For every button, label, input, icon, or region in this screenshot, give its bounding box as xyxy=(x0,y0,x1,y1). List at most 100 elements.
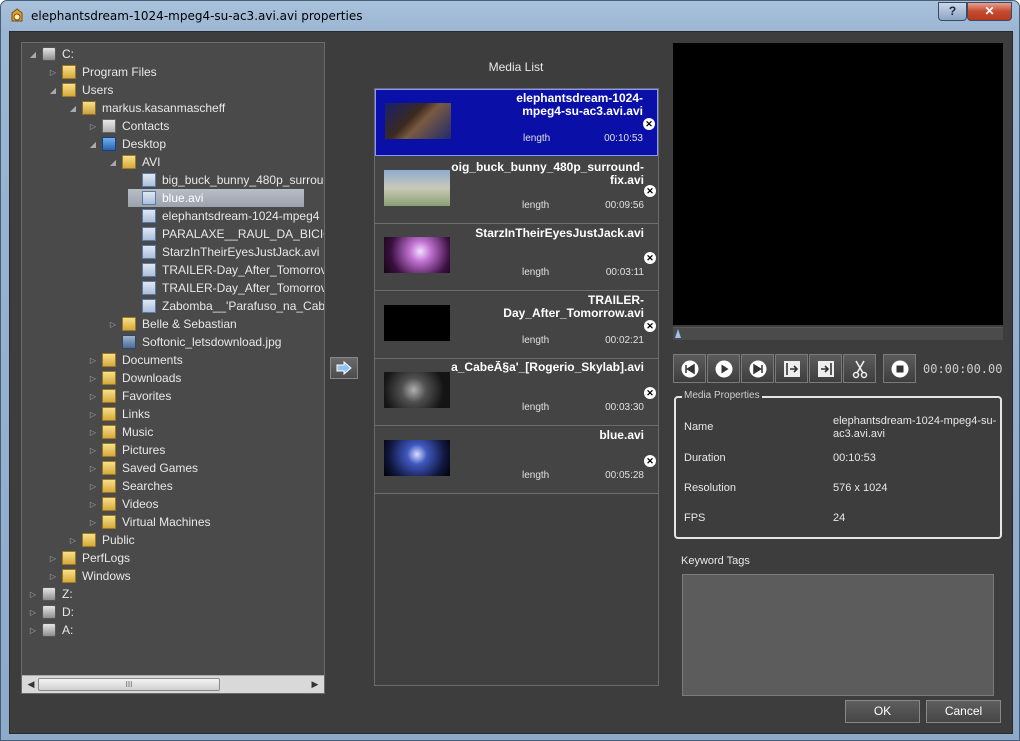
tree-node[interactable]: ▷ PerfLogs xyxy=(48,549,130,567)
tree-expand-icon[interactable]: ▷ xyxy=(48,572,58,581)
tree-expand-icon[interactable]: ▷ xyxy=(88,446,98,455)
tree-node[interactable]: ▷ Contacts xyxy=(88,117,169,135)
tree-node[interactable]: ◢ markus.kasanmascheff xyxy=(68,99,225,117)
cancel-button[interactable]: Cancel xyxy=(926,700,1001,723)
tree-expand-icon[interactable]: ▷ xyxy=(88,482,98,491)
tree-expand-icon[interactable]: ▷ xyxy=(48,68,58,77)
seek-handle[interactable] xyxy=(675,329,681,338)
tree-node[interactable]: TRAILER-Day_After_Tomorrov xyxy=(128,261,324,279)
tree-node[interactable]: ◢ Users xyxy=(48,81,113,99)
tree-expand-icon[interactable]: ▷ xyxy=(88,356,98,365)
title-bar[interactable]: elephantsdream-1024-mpeg4-su-ac3.avi.avi… xyxy=(1,1,1019,31)
media-list-item[interactable]: a_CabeÃ§a'_[Rogerio_Skylab].avi length 00:… xyxy=(375,359,658,426)
tree-node[interactable]: StarzInTheirEyesJustJack.avi xyxy=(128,243,319,261)
tree-node[interactable]: ▷ Downloads xyxy=(88,369,181,387)
close-button[interactable]: ✕ xyxy=(967,2,1012,21)
tree-node[interactable]: blue.avi xyxy=(128,189,304,207)
tree-node[interactable]: Softonic_letsdownload.jpg xyxy=(108,333,281,351)
tree-node[interactable]: ▷ Videos xyxy=(88,495,158,513)
tree-node[interactable]: ▷ Music xyxy=(88,423,153,441)
tree-node[interactable]: ◢ Desktop xyxy=(88,135,166,153)
tree-expand-icon[interactable]: ▷ xyxy=(108,320,118,329)
tree-node[interactable]: ▷ Windows xyxy=(48,567,131,585)
add-to-list-button[interactable] xyxy=(330,357,358,379)
tree-expand-icon[interactable]: ▷ xyxy=(88,122,98,131)
tree-node[interactable]: ▷ Pictures xyxy=(88,441,165,459)
media-list-item[interactable]: StarzInTheirEyesJustJack.avi length 00:03:… xyxy=(375,224,658,291)
tree-expand-icon[interactable]: ▷ xyxy=(88,374,98,383)
remove-item-icon[interactable]: ✕ xyxy=(643,118,655,130)
tree-expand-icon[interactable]: ▷ xyxy=(28,590,38,599)
tree-node[interactable]: ▷ Program Files xyxy=(48,63,157,81)
seek-bar[interactable] xyxy=(673,327,1003,340)
tree-node[interactable]: elephantsdream-1024-mpeg4 xyxy=(128,207,319,225)
media-list-label: Media List xyxy=(488,60,544,74)
tree-collapse-icon[interactable]: ◢ xyxy=(28,50,38,59)
scroll-right-arrow-icon[interactable]: ▶ xyxy=(308,678,322,691)
window-title: elephantsdream-1024-mpeg4-su-ac3.avi.avi… xyxy=(31,9,363,23)
keyword-tags-input[interactable] xyxy=(682,574,994,696)
tree-expand-icon[interactable]: ▷ xyxy=(68,536,78,545)
tree-collapse-icon[interactable]: ◢ xyxy=(108,158,118,167)
scroll-left-arrow-icon[interactable]: ◀ xyxy=(24,678,38,691)
remove-item-icon[interactable]: ✕ xyxy=(644,387,656,399)
tree-node[interactable]: ◢ C: xyxy=(28,45,74,63)
folder-icon xyxy=(102,407,116,421)
folder-icon xyxy=(82,533,96,547)
tree-collapse-icon[interactable]: ◢ xyxy=(68,104,78,113)
previous-button[interactable] xyxy=(673,354,706,383)
tree-node[interactable]: ▷ Saved Games xyxy=(88,459,198,477)
tree-node[interactable]: ◢ AVI xyxy=(108,153,160,171)
tree-node[interactable]: Zabomba__'Parafuso_na_Cab xyxy=(128,297,324,315)
media-item-title: oig_buck_bunny_480p_surround- fix.avi xyxy=(451,160,644,187)
tree-expand-icon[interactable]: ▷ xyxy=(88,410,98,419)
media-list[interactable]: elephantsdream-1024- mpeg4-su-ac3.avi.av… xyxy=(374,88,659,686)
folder-tree[interactable]: ◢ C: ▷ Program Files ◢ Users ◢ markus.kasanmasc… xyxy=(22,43,324,675)
media-list-item[interactable]: blue.avi length 00:05:28 ✕ xyxy=(375,426,658,494)
tree-node[interactable]: PARALAXE__RAUL_DA_BICIC xyxy=(128,225,324,243)
remove-item-icon[interactable]: ✕ xyxy=(644,252,656,264)
tree-node[interactable]: ▷ A: xyxy=(28,621,73,639)
remove-item-icon[interactable]: ✕ xyxy=(644,184,656,197)
tree-node-label: C: xyxy=(62,47,74,61)
tree-node[interactable]: ▷ Public xyxy=(68,531,135,549)
tree-collapse-icon[interactable]: ◢ xyxy=(88,140,98,149)
tree-expand-icon[interactable]: ▷ xyxy=(88,518,98,527)
tree-node[interactable]: TRAILER-Day_After_Tomorrov xyxy=(128,279,324,297)
tree-expand-icon[interactable]: ▷ xyxy=(28,626,38,635)
mark-in-button[interactable] xyxy=(775,354,808,383)
stop-button[interactable] xyxy=(883,354,916,383)
scroll-thumb[interactable]: III xyxy=(38,678,220,691)
media-list-item[interactable]: TRAILER- Day_After_Tomorrow.avi length 00:… xyxy=(375,291,658,359)
remove-item-icon[interactable]: ✕ xyxy=(644,319,656,332)
media-list-item[interactable]: elephantsdream-1024- mpeg4-su-ac3.avi.av… xyxy=(375,89,658,156)
tree-node[interactable]: ▷ D: xyxy=(28,603,74,621)
tree-collapse-icon[interactable]: ◢ xyxy=(48,86,58,95)
play-button[interactable] xyxy=(707,354,740,383)
tree-expand-icon[interactable]: ▷ xyxy=(88,428,98,437)
tree-expand-icon[interactable]: ▷ xyxy=(48,554,58,563)
mark-out-button[interactable] xyxy=(809,354,842,383)
tree-expand-icon[interactable]: ▷ xyxy=(88,392,98,401)
next-button[interactable] xyxy=(741,354,774,383)
video-file-icon xyxy=(142,191,156,205)
tree-node[interactable]: ▷ Searches xyxy=(88,477,173,495)
tree-node[interactable]: ▷ Virtual Machines xyxy=(88,513,211,531)
folder-icon xyxy=(102,497,116,511)
folder-icon xyxy=(62,569,76,583)
tree-node[interactable]: ▷ Z: xyxy=(28,585,73,603)
help-button[interactable]: ? xyxy=(938,2,967,21)
tree-node[interactable]: ▷ Links xyxy=(88,405,150,423)
tree-node[interactable]: big_buck_bunny_480p_surrou xyxy=(128,171,323,189)
tree-node[interactable]: ▷ Belle & Sebastian xyxy=(108,315,237,333)
horizontal-scrollbar[interactable]: ◀ III ▶ xyxy=(22,675,324,693)
tree-expand-icon[interactable]: ▷ xyxy=(88,464,98,473)
ok-button[interactable]: OK xyxy=(845,700,920,723)
media-list-item[interactable]: oig_buck_bunny_480p_surround- fix.avi len… xyxy=(375,156,658,224)
remove-item-icon[interactable]: ✕ xyxy=(644,454,656,467)
cut-button[interactable] xyxy=(843,354,876,383)
tree-node[interactable]: ▷ Documents xyxy=(88,351,183,369)
tree-expand-icon[interactable]: ▷ xyxy=(28,608,38,617)
tree-expand-icon[interactable]: ▷ xyxy=(88,500,98,509)
tree-node[interactable]: ▷ Favorites xyxy=(88,387,171,405)
